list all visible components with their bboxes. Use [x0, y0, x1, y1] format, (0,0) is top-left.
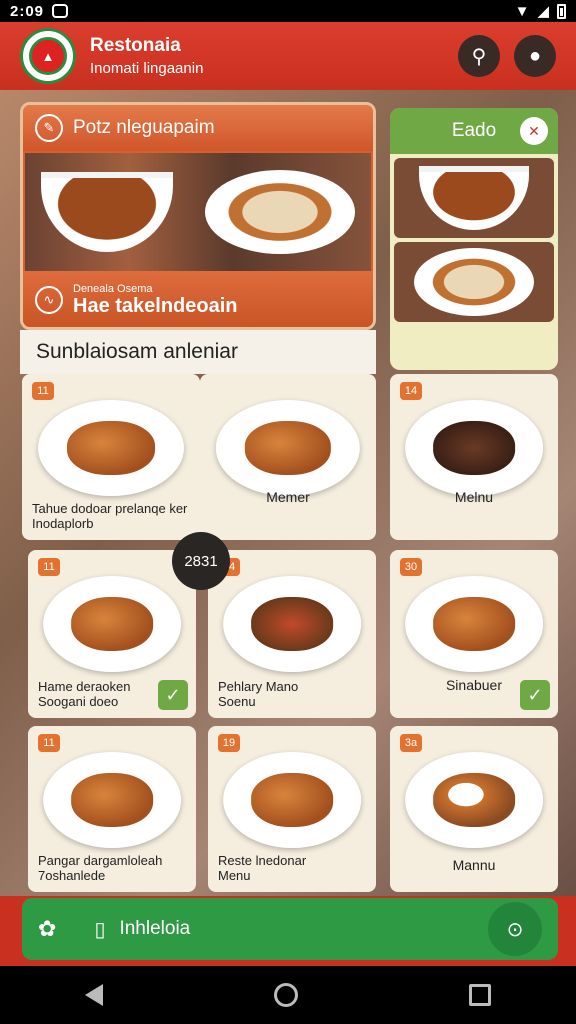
- dish-image: [405, 752, 543, 848]
- deal-title: Eado: [451, 120, 497, 141]
- item-badge: 19: [218, 734, 240, 752]
- system-nav-bar: [0, 966, 576, 1024]
- restaurant-logo[interactable]: ▲: [20, 28, 76, 84]
- status-time: 2:09: [10, 2, 45, 20]
- profile-button[interactable]: ●: [514, 35, 556, 77]
- item-badge: 3a: [400, 734, 422, 752]
- bottom-bar: ✿ ▯ Inhleloia ⊙: [0, 896, 576, 966]
- add-check-button[interactable]: ✓: [158, 680, 188, 710]
- item-badge: 11: [38, 558, 60, 576]
- order-bar-label: Inhleloia: [119, 918, 191, 939]
- item-badge: 11: [38, 734, 60, 752]
- notification-icon: [52, 4, 69, 18]
- dish-image: [43, 752, 181, 848]
- menu-card[interactable]: Memer: [200, 374, 376, 540]
- dish-image: [38, 400, 184, 496]
- featured-footer-small: Deneala Osema: [73, 282, 153, 295]
- curry-bowl-image: [41, 172, 173, 252]
- location-pin-button[interactable]: ⚲: [458, 35, 500, 77]
- dish-image: [223, 576, 361, 672]
- menu-content[interactable]: ✎ Potz nleguapaim ∿ Deneala Osema Hae ta…: [0, 90, 576, 896]
- dish-name: Tahue dodoar prelanqe ker Inodaplorb: [32, 500, 188, 532]
- dish-image: [223, 752, 361, 848]
- menu-card[interactable]: 14 Pehlary Mano Soenu: [208, 550, 376, 718]
- featured-footer-title: Hae takelndeoain: [73, 294, 238, 317]
- dish-name: Melnu: [454, 489, 494, 506]
- dish-image: [43, 576, 181, 672]
- deal-image-2: [394, 242, 554, 322]
- featured-image: [25, 153, 371, 271]
- section-title: Sunblaiosam anleniar: [20, 330, 376, 374]
- menu-card[interactable]: 11 Hame deraoken Soogani doeo ✓: [28, 550, 196, 718]
- deal-image-1: [394, 158, 554, 238]
- dish-name: Reste lnedonar Menu: [218, 852, 307, 884]
- featured-board[interactable]: ✎ Potz nleguapaim ∿ Deneala Osema Hae ta…: [20, 102, 376, 330]
- pin-icon: ⚲: [471, 45, 487, 68]
- menu-card[interactable]: 11 Pangar dargamloleah 7oshanlede: [28, 726, 196, 892]
- app-title: Restonaia: [90, 35, 181, 56]
- featured-header: Potz nleguapaim: [73, 117, 215, 138]
- logo-emblem-icon: ▲: [29, 37, 67, 75]
- tools-icon[interactable]: ✕: [520, 117, 548, 145]
- dish-name: Pangar dargamloleah 7oshanlede: [38, 852, 163, 884]
- dish-image: [215, 400, 361, 496]
- cart-count-badge[interactable]: 2831: [172, 532, 230, 590]
- wifi-icon: ▼: [514, 2, 530, 20]
- home-icon[interactable]: [273, 983, 298, 1007]
- app-subtitle: Inomati lingaanin: [90, 60, 204, 77]
- app-bar: ▲ Restonaia Inomati lingaanin ⚲ ●: [0, 22, 576, 90]
- dish-image: [405, 400, 543, 496]
- dish-name: Mannu: [452, 857, 496, 874]
- menu-card[interactable]: 3a Mannu: [390, 726, 558, 892]
- add-check-button[interactable]: ✓: [520, 680, 550, 710]
- dish-name: Pehlary Mano Soenu: [218, 678, 299, 710]
- menu-card[interactable]: 19 Reste lnedonar Menu: [208, 726, 376, 892]
- menu-card[interactable]: 11 Tahue dodoar prelanqe ker Inodaplorb: [22, 374, 200, 540]
- item-badge: 14: [400, 382, 422, 400]
- status-bar: 2:09 ▼ ◢: [0, 0, 576, 22]
- rice-plate-image: [205, 170, 355, 254]
- phone-icon: ▯: [94, 918, 106, 941]
- recent-apps-icon[interactable]: [468, 984, 491, 1006]
- order-bar[interactable]: ✿ ▯ Inhleloia ⊙: [22, 898, 558, 960]
- menu-card[interactable]: 30 Sinabuer ✓: [390, 550, 558, 718]
- trend-icon: ∿: [35, 286, 63, 314]
- deal-card[interactable]: Eado ✕: [390, 108, 558, 370]
- item-badge: 30: [400, 558, 422, 576]
- user-icon: ●: [528, 44, 542, 67]
- item-badge: 11: [32, 382, 54, 400]
- back-icon[interactable]: [85, 984, 104, 1006]
- edit-icon: ✎: [35, 114, 63, 142]
- battery-icon: [557, 3, 566, 19]
- signal-icon: ◢: [537, 3, 549, 20]
- menu-card[interactable]: 14 Melnu: [390, 374, 558, 540]
- dish-name: Memer: [266, 489, 310, 506]
- location-icon[interactable]: ⊙: [488, 902, 542, 956]
- dish-image: [405, 576, 543, 672]
- share-icon[interactable]: ✿: [38, 916, 56, 942]
